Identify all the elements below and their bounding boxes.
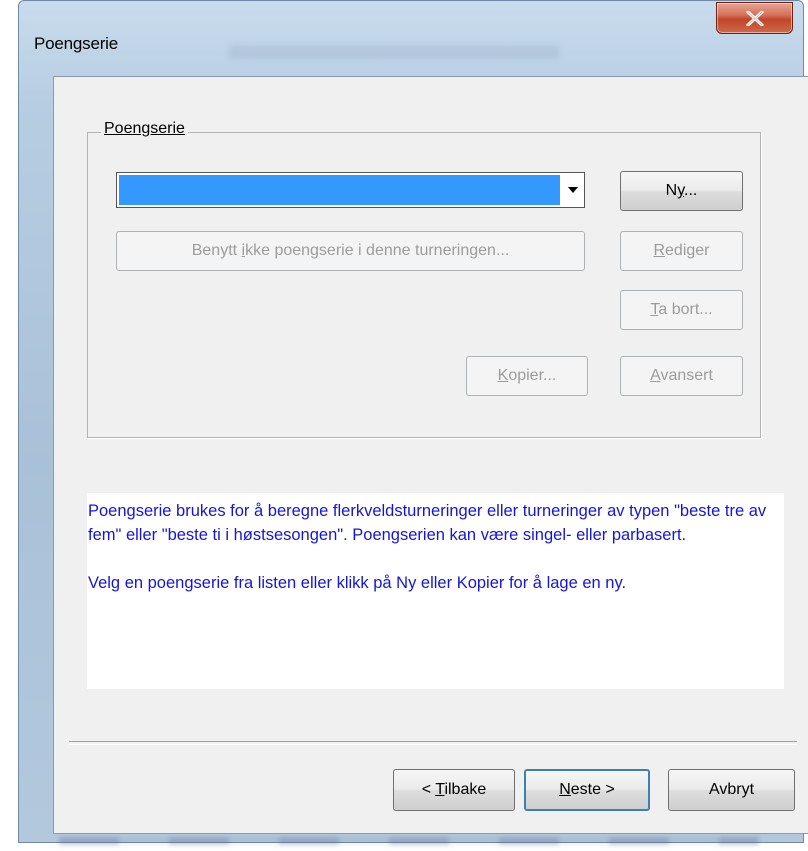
- cancel-button[interactable]: Avbryt: [668, 769, 795, 811]
- help-spacer: [88, 547, 778, 571]
- help-paragraph-1: Poengserie brukes for å beregne flerkvel…: [88, 502, 767, 544]
- ny-button[interactable]: Ny...: [620, 171, 743, 211]
- dialog-client-area: Poengserie Ny... Benytt ikke poengserie …: [53, 76, 808, 834]
- kopier-button[interactable]: Kopier...: [466, 356, 588, 396]
- rediger-label: Rediger: [653, 242, 710, 259]
- avansert-button[interactable]: Avansert: [620, 356, 743, 396]
- group-label: Poengserie: [101, 120, 188, 138]
- back-button[interactable]: < Tilbake: [393, 769, 515, 811]
- close-icon: [746, 11, 764, 26]
- background-blur: [229, 45, 559, 59]
- benytt-ikke-button[interactable]: Benytt ikke poengserie i denne turnering…: [116, 231, 585, 271]
- benytt-ikke-label: Benytt ikke poengserie i denne turnering…: [191, 242, 510, 259]
- next-label: Neste >: [559, 781, 615, 798]
- kopier-label: Kopier...: [497, 367, 557, 384]
- rediger-button[interactable]: Rediger: [620, 231, 743, 271]
- avansert-label: Avansert: [650, 367, 713, 384]
- help-text-panel: Poengserie brukes for å beregne flerkvel…: [87, 493, 784, 689]
- window-title: Poengserie: [34, 34, 119, 53]
- poengserie-combobox[interactable]: [116, 172, 585, 208]
- ny-label: Ny...: [665, 182, 698, 199]
- cancel-label: Avbryt: [708, 781, 755, 798]
- combo-selected-value: [119, 175, 560, 205]
- dialog-frame: Poengserie Poengserie Ny... Benytt ikke …: [18, 0, 808, 845]
- back-label: < Tilbake: [421, 781, 487, 798]
- ta-bort-button[interactable]: Ta bort...: [620, 290, 743, 330]
- footer-separator: [69, 741, 797, 745]
- chevron-down-icon: [568, 187, 578, 193]
- ta-bort-label: Ta bort...: [650, 301, 713, 318]
- close-button[interactable]: [716, 2, 793, 34]
- combo-dropdown-button[interactable]: [562, 173, 584, 207]
- next-button[interactable]: Neste >: [524, 769, 650, 811]
- help-paragraph-2: Velg en poengserie fra listen eller klik…: [88, 574, 627, 592]
- background-blur-bottom: [59, 837, 759, 845]
